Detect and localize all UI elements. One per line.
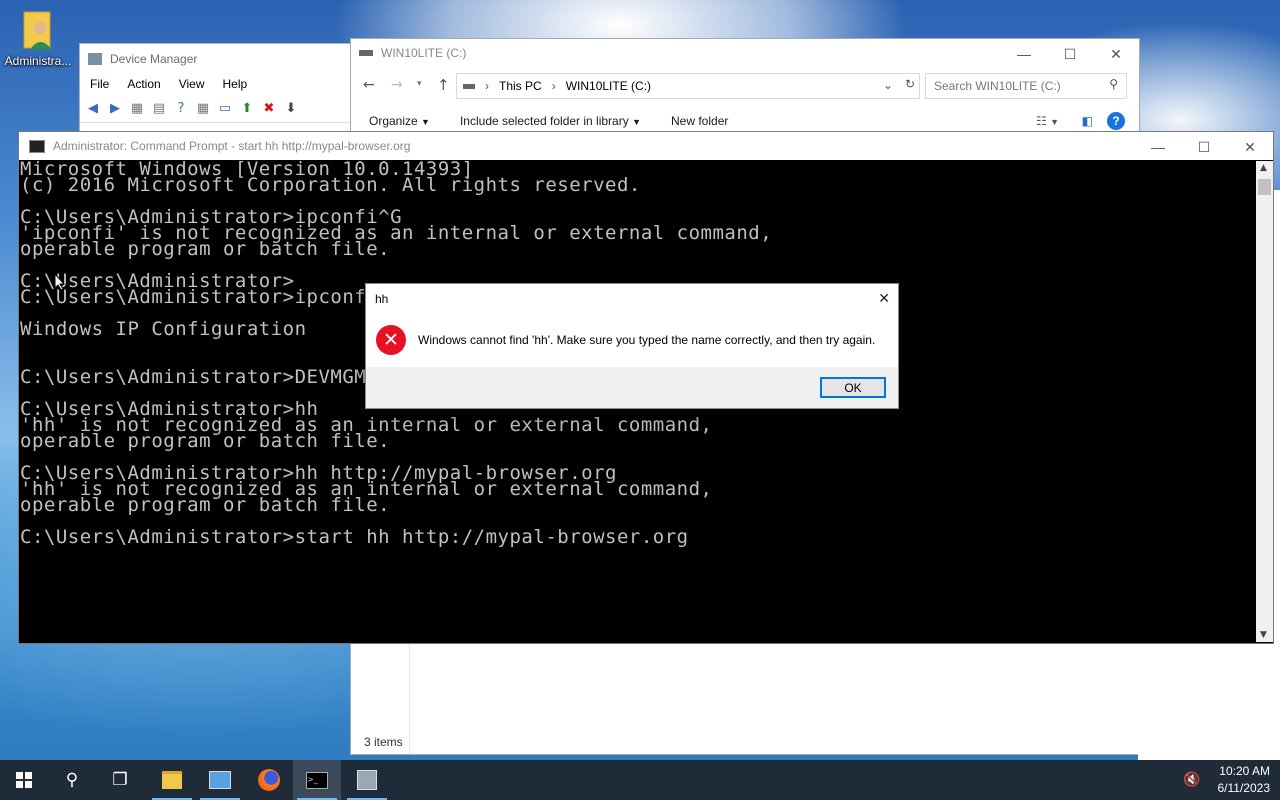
maximize-icon[interactable]: ☐ <box>1047 39 1093 69</box>
cmd-titlebar[interactable]: Administrator: Command Prompt - start hh… <box>19 132 1273 160</box>
dialog-titlebar[interactable]: hh ✕ <box>366 284 898 314</box>
task-view-icon[interactable]: ❐ <box>96 760 144 800</box>
clock[interactable]: 10:20 AM 6/11/2023 <box>1218 763 1271 797</box>
forward-arrow-icon[interactable]: → <box>391 77 403 93</box>
device-manager-menubar: File Action View Help <box>80 74 360 94</box>
update-driver-icon[interactable]: ⬆ <box>238 99 256 117</box>
file-explorer-taskbar-icon[interactable] <box>148 760 196 800</box>
cmd-title: Administrator: Command Prompt - start hh… <box>53 139 411 153</box>
menu-view[interactable]: View <box>179 77 205 91</box>
explorer-address-row: ← → ▾ ↑ › This PC › WIN10LITE (C:) ⌄ ↻ S… <box>351 73 1139 99</box>
close-icon[interactable]: ✕ <box>1227 132 1273 162</box>
back-arrow-icon[interactable]: ← <box>363 77 375 93</box>
desktop-icon-label: Administra... <box>4 54 72 68</box>
breadcrumb-separator-icon: › <box>485 79 489 93</box>
drive-icon <box>463 83 475 89</box>
forward-arrow-icon[interactable]: ▶ <box>106 99 124 117</box>
help-icon[interactable]: ? <box>1107 112 1125 130</box>
device-manager-taskbar-icon[interactable] <box>343 760 391 800</box>
preview-pane-icon[interactable]: ◧ <box>1082 114 1093 128</box>
console-line: (c) 2016 Microsoft Corporation. All righ… <box>20 174 641 196</box>
device-manager-window[interactable]: Device Manager File Action View Help ◀ ▶… <box>79 43 361 145</box>
address-bar[interactable]: › This PC › WIN10LITE (C:) ⌄ ↻ <box>456 73 920 99</box>
scroll-up-icon[interactable]: ▲ <box>1260 163 1267 173</box>
error-dialog[interactable]: hh ✕ ✕ Windows cannot find 'hh'. Make su… <box>365 283 899 409</box>
console-line: C:\Users\Administrator>start hh http://m… <box>20 526 689 548</box>
scrollbar-thumb[interactable] <box>1258 179 1271 195</box>
up-arrow-icon[interactable]: ↑ <box>437 76 450 94</box>
command-prompt-taskbar-icon[interactable]: >_ <box>293 760 341 800</box>
include-in-library-button[interactable]: Include selected folder in library ▼ <box>460 114 641 128</box>
desktop-icon-administrator[interactable]: Administra... <box>2 10 74 76</box>
menu-help[interactable]: Help <box>223 77 248 91</box>
search-box[interactable]: Search WIN10LITE (C:) ⚲ <box>925 73 1127 99</box>
explorer-titlebar[interactable]: WIN10LITE (C:) — ☐ ✕ <box>351 39 1139 67</box>
search-icon: ⚲ <box>1109 77 1118 91</box>
view-options-icon[interactable]: ☷ ▼ <box>1036 114 1059 128</box>
explorer-title: WIN10LITE (C:) <box>381 46 467 60</box>
list-icon[interactable]: ▤ <box>150 99 168 117</box>
scan-monitor-icon[interactable]: ▭ <box>216 99 234 117</box>
dialog-body: ✕ Windows cannot find 'hh'. Make sure yo… <box>366 314 898 366</box>
menu-file[interactable]: File <box>90 77 109 91</box>
drive-icon <box>359 50 373 56</box>
windows-logo-icon <box>16 772 32 788</box>
refresh-icon[interactable]: ↻ <box>905 77 915 91</box>
menu-action[interactable]: Action <box>127 77 160 91</box>
breadcrumb-this-pc[interactable]: This PC <box>499 79 542 93</box>
status-item-count: 3 items <box>364 735 403 749</box>
cmd-icon <box>29 139 45 153</box>
organize-button[interactable]: Organize ▼ <box>369 114 430 128</box>
breadcrumb-separator-icon: › <box>551 79 556 93</box>
properties-icon[interactable]: ▦ <box>128 99 146 117</box>
address-dropdown-icon[interactable]: ⌄ <box>883 78 893 92</box>
error-icon: ✕ <box>376 325 406 355</box>
back-arrow-icon[interactable]: ◀ <box>84 99 102 117</box>
user-folder-icon <box>22 10 54 54</box>
minimize-icon[interactable]: — <box>1135 132 1181 162</box>
new-folder-button[interactable]: New folder <box>671 114 728 128</box>
dialog-message: Windows cannot find 'hh'. Make sure you … <box>418 333 876 347</box>
clock-time: 10:20 AM <box>1219 764 1270 778</box>
scroll-down-icon[interactable]: ▼ <box>1260 630 1267 640</box>
device-manager-toolbar: ◀ ▶ ▦ ▤ ? ▦ ▭ ⬆ ✖ ⬇ <box>80 94 360 123</box>
start-button[interactable] <box>0 760 48 800</box>
control-panel-taskbar-icon[interactable] <box>196 760 244 800</box>
firefox-taskbar-icon[interactable] <box>245 760 293 800</box>
taskbar: ⚲ ❐ >_ 🔇 10:20 AM 6/11/2023 <box>0 760 1280 800</box>
breadcrumb-drive[interactable]: WIN10LITE (C:) <box>566 79 651 93</box>
maximize-icon[interactable]: ☐ <box>1181 132 1227 162</box>
device-manager-titlebar[interactable]: Device Manager <box>80 44 360 74</box>
close-icon[interactable]: ✕ <box>1093 39 1139 69</box>
dialog-footer: OK <box>366 367 898 408</box>
search-placeholder: Search WIN10LITE (C:) <box>934 79 1061 93</box>
mouse-cursor-icon <box>54 273 66 291</box>
search-icon[interactable]: ⚲ <box>48 760 96 800</box>
dialog-title: hh <box>375 292 389 306</box>
help-icon[interactable]: ? <box>172 99 190 117</box>
clock-date: 6/11/2023 <box>1217 781 1271 795</box>
download-icon[interactable]: ⬇ <box>282 99 300 117</box>
vertical-scrollbar[interactable]: ▲ ▼ <box>1256 161 1273 642</box>
device-manager-icon <box>88 53 102 65</box>
view-icon[interactable]: ▦ <box>194 99 212 117</box>
recent-dropdown-icon[interactable]: ▾ <box>417 79 422 89</box>
volume-muted-icon[interactable]: 🔇 <box>1176 760 1208 800</box>
close-icon[interactable]: ✕ <box>878 290 890 307</box>
minimize-icon[interactable]: — <box>1001 39 1047 69</box>
ok-button[interactable]: OK <box>820 377 886 398</box>
uninstall-icon[interactable]: ✖ <box>260 99 278 117</box>
device-manager-title: Device Manager <box>110 52 198 66</box>
